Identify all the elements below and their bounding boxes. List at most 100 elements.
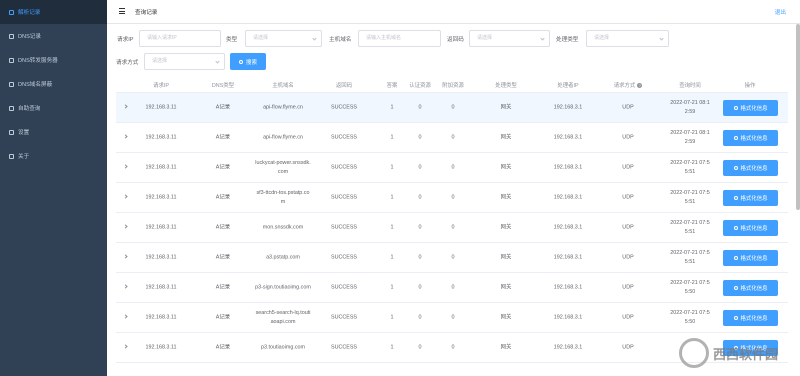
format-info-button[interactable]: 格式化信息 (723, 190, 778, 206)
info-icon[interactable]: ? (637, 83, 643, 88)
search-icon (733, 316, 738, 320)
col-host: 主机域名 (272, 83, 294, 89)
sidebar-item-label: DNS记录 (18, 34, 41, 40)
chevron-right-icon[interactable] (123, 284, 128, 289)
page-scrollbar[interactable] (796, 24, 800, 210)
format-info-label: 格式化信息 (740, 256, 768, 262)
sidebar-item-label: 关于 (18, 154, 30, 160)
request-ip-input[interactable]: 请输入请求IP (139, 30, 221, 47)
cell-return-code: SUCCESS (330, 314, 358, 320)
chevron-right-icon[interactable] (123, 224, 128, 229)
table-row[interactable]: 192.168.3.11 A记录 api-flow.flyme.cn SUCCESS 1… (116, 123, 788, 153)
table-row[interactable]: 192.168.3.11 A记录 luckycat-power.snssdk.com… (116, 153, 788, 183)
col-request-method: 请求方式? (606, 81, 650, 89)
chevron-down-icon (215, 59, 220, 64)
search-icon (733, 166, 738, 170)
logout-link[interactable]: 退出 (775, 8, 786, 16)
cell-auth: 0 (418, 314, 422, 320)
cell-auth: 0 (418, 194, 422, 200)
cell-request-method: UDP (622, 104, 634, 110)
table-row[interactable]: 192.168.3.11 A记录 sf3-ttcdn-tos.pstatp.com S… (116, 183, 788, 213)
sidebar-item-dns-block[interactable]: DNS域名屏蔽 (0, 72, 107, 96)
chevron-right-icon[interactable] (123, 194, 128, 199)
format-info-button[interactable]: 格式化信息 (723, 220, 778, 236)
format-info-button[interactable]: 格式化信息 (723, 160, 778, 176)
host-input[interactable]: 请输入主机域名 (358, 30, 441, 47)
chevron-right-icon[interactable] (123, 314, 128, 319)
return-code-label: 返回码 (447, 37, 464, 43)
sidebar-item-query-log[interactable]: 解析记录 (0, 0, 107, 24)
chevron-right-icon[interactable] (123, 254, 128, 259)
col-extra: 附加资源 (442, 83, 464, 89)
cell-return-code: SUCCESS (330, 344, 358, 350)
table-row[interactable]: 192.168.3.11 A记录 a3.pstatp.com SUCCESS 1 0 0 网关… (116, 243, 788, 273)
format-info-button[interactable]: 格式化信息 (723, 100, 778, 116)
process-type-select[interactable]: 请选择 (586, 30, 669, 47)
table-body: 192.168.3.11 A记录 api-flow.flyme.cn SUCCESS 1… (116, 93, 788, 363)
sidebar-item-dns-records[interactable]: DNS记录 (0, 24, 107, 48)
col-process-type: 处理类型 (495, 83, 517, 89)
cell-handler-ip: 192.168.3.1 (553, 134, 583, 140)
cell-dns-type: A记录 (215, 164, 231, 170)
top-bar: 查询记录 退出 (107, 0, 800, 24)
sidebar-item-dns-forwarders[interactable]: DNS转发服务器 (0, 48, 107, 72)
breadcrumb: 查询记录 (135, 10, 158, 16)
chevron-right-icon[interactable] (123, 104, 128, 109)
chevron-right-icon[interactable] (123, 344, 128, 349)
type-select[interactable]: 请选择 (245, 30, 322, 47)
process-type-placeholder: 请选择 (594, 35, 610, 41)
col-op: 操作 (744, 83, 756, 89)
search-button[interactable]: 搜索 (230, 53, 266, 70)
cell-host: p3-sign.toutiaoimg.com (255, 284, 311, 290)
cell-auth: 0 (418, 344, 422, 350)
request-ip-placeholder: 请输入请求IP (147, 35, 177, 41)
cell-dns-type: A记录 (215, 224, 231, 230)
request-method-placeholder: 请选择 (152, 58, 168, 64)
sidebar-item-about[interactable]: 关于 (0, 144, 107, 168)
grid-icon (9, 105, 14, 111)
cell-time: 2022-07-21 07:55:51 (670, 219, 710, 235)
format-info-button[interactable]: 格式化信息 (723, 280, 778, 296)
format-info-button[interactable]: 格式化信息 (723, 310, 778, 326)
table-row[interactable]: 192.168.3.11 A记录 mon.snssdk.com SUCCESS 1 0 0 网… (116, 213, 788, 243)
search-icon (733, 136, 738, 140)
cell-process-type: 网关 (500, 254, 512, 260)
request-method-select[interactable]: 请选择 (144, 53, 225, 70)
filter-form: 请求IP 请输入请求IP 类型 请选择 主机域名 请输入主机域名 返回码 请选择… (107, 28, 800, 72)
chevron-right-icon[interactable] (123, 164, 128, 169)
cell-host: sf3-ttcdn-tos.pstatp.com (256, 189, 310, 205)
col-request-ip: 请求IP (153, 83, 169, 89)
cell-dns-type: A记录 (215, 344, 231, 350)
search-icon (733, 196, 738, 200)
format-info-label: 格式化信息 (740, 166, 768, 172)
return-code-select[interactable]: 请选择 (469, 30, 550, 47)
sidebar-item-settings[interactable]: 设置 (0, 120, 107, 144)
cell-return-code: SUCCESS (330, 104, 358, 110)
cell-host: luckycat-power.snssdk.com (255, 159, 311, 175)
cell-dns-type: A记录 (215, 254, 231, 260)
cell-return-code: SUCCESS (330, 224, 358, 230)
search-icon (733, 226, 738, 230)
col-dns-type: DNS类型 (211, 83, 235, 89)
format-info-label: 格式化信息 (740, 196, 768, 202)
grid-icon (9, 81, 14, 87)
cell-process-type: 网关 (500, 224, 512, 230)
cell-extra: 0 (451, 134, 455, 140)
cell-time: 2022-07-21 07:55:50 (670, 279, 710, 295)
format-info-button[interactable]: 格式化信息 (723, 130, 778, 146)
sidebar-item-self-query[interactable]: 自助查询 (0, 96, 107, 120)
grid-icon (9, 33, 14, 39)
cell-auth: 0 (418, 104, 422, 110)
cell-dns-type: A记录 (215, 104, 231, 110)
table-row[interactable]: 192.168.3.11 A记录 api-flow.flyme.cn SUCCESS 1… (116, 93, 788, 123)
col-handler-ip: 处理者IP (557, 83, 579, 89)
cell-handler-ip: 192.168.3.1 (553, 164, 583, 170)
format-info-button[interactable]: 格式化信息 (723, 250, 778, 266)
table-row[interactable]: 192.168.3.11 A记录 search5-search-lq.toutiao… (116, 303, 788, 333)
chevron-right-icon[interactable] (123, 134, 128, 139)
menu-toggle-icon[interactable] (119, 8, 125, 14)
search-icon (733, 106, 738, 110)
cell-request-method: UDP (622, 224, 634, 230)
cell-request-ip: 192.168.3.11 (145, 344, 177, 350)
table-row[interactable]: 192.168.3.11 A记录 p3-sign.toutiaoimg.com SUC… (116, 273, 788, 303)
